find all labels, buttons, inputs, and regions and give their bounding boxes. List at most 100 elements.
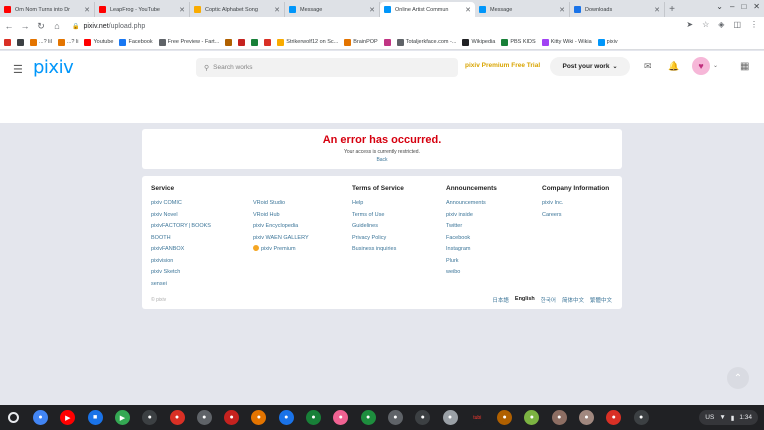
footer-link[interactable]: VRoid Hub	[253, 210, 309, 222]
footer-link[interactable]: Careers	[542, 210, 612, 222]
footer-link[interactable]: Plurk	[446, 256, 497, 268]
app-19-app-icon[interactable]: ●	[524, 410, 540, 425]
message-icon[interactable]: ✉	[644, 61, 652, 72]
bookmark-item[interactable]	[264, 38, 272, 46]
footer-link[interactable]: Privacy Policy	[352, 233, 404, 245]
footer-link[interactable]: pixiv Inc.	[542, 198, 612, 210]
browser-tab[interactable]: Message ✕	[285, 2, 380, 17]
avatar[interactable]: ♥	[692, 57, 710, 75]
bookmark-item[interactable]: Free Preview - Fart...	[158, 38, 219, 46]
footer-link[interactable]: sensei	[151, 279, 211, 291]
chevron-down-icon[interactable]: ⌄	[713, 62, 718, 69]
bookmark-item[interactable]: ...? li	[57, 38, 78, 46]
footer-link[interactable]: Twitter	[446, 221, 497, 233]
language-option[interactable]: English	[515, 296, 535, 304]
browser-tab[interactable]: Downloads ✕	[570, 2, 665, 17]
footer-link[interactable]: Help	[352, 198, 404, 210]
footer-link[interactable]: pixivFACTORY | BOOKS	[151, 221, 211, 233]
bookmark-item[interactable]: Kitty Wiki - Wikia	[541, 38, 592, 46]
bookmark-item[interactable]	[251, 38, 259, 46]
tab-close-icon[interactable]: ✕	[179, 6, 185, 14]
footer-link[interactable]: pixiv WAEN GALLERY	[253, 233, 309, 245]
share-icon[interactable]: ➤	[686, 20, 693, 29]
split-view-icon[interactable]: ◫	[733, 20, 741, 29]
bookmark-item[interactable]	[383, 38, 391, 46]
tab-close-icon[interactable]: ✕	[559, 6, 565, 14]
app-12-app-icon[interactable]: ●	[333, 410, 349, 425]
language-option[interactable]: 한국어	[541, 296, 556, 304]
browser-tab[interactable]: Message ✕	[475, 2, 570, 17]
chevron-down-icon[interactable]: ⌄	[716, 2, 723, 11]
footer-link[interactable]: pixiv COMIC	[151, 198, 211, 210]
bookmark-item[interactable]: Facebook	[119, 38, 153, 46]
tubi-app-icon[interactable]: tubi	[469, 410, 485, 425]
browser-tab[interactable]: Om Nom Turns into Dr ✕	[0, 2, 95, 17]
footer-link[interactable]: pixiv inside	[446, 210, 497, 222]
tab-close-icon[interactable]: ✕	[369, 6, 375, 14]
more-icon[interactable]: ⋮	[750, 20, 758, 29]
chrome-app-icon[interactable]: ●	[33, 410, 48, 425]
app-5-app-icon[interactable]: ●	[142, 410, 158, 425]
files-app-icon[interactable]: ■	[87, 410, 103, 425]
footer-link[interactable]: weibo	[446, 267, 497, 279]
language-option[interactable]: 日本語	[492, 296, 509, 304]
language-option[interactable]: 繁體中文	[590, 296, 612, 304]
launcher-icon[interactable]	[8, 412, 19, 423]
minimize-icon[interactable]: –	[730, 2, 734, 11]
app-13-app-icon[interactable]: ●	[360, 410, 376, 425]
footer-link[interactable]: pixivFANBOX	[151, 244, 211, 256]
extensions-icon[interactable]: ◈	[718, 20, 724, 29]
app-grid-icon[interactable]: ▦	[740, 61, 749, 72]
app-15-app-icon[interactable]: ●	[415, 410, 431, 425]
app-14-app-icon[interactable]: ●	[387, 410, 403, 425]
premium-trial-link[interactable]: pixiv Premium Free Trial	[465, 62, 540, 69]
footer-link[interactable]: BOOTH	[151, 233, 211, 245]
footer-link[interactable]: Guidelines	[352, 221, 404, 233]
language-option[interactable]: 简体中文	[562, 296, 584, 304]
browser-tab[interactable]: Online Artist Commun ✕	[380, 2, 475, 17]
tab-close-icon[interactable]: ✕	[274, 6, 280, 14]
back-link[interactable]: Back	[142, 157, 622, 163]
home-icon[interactable]: ⌂	[50, 21, 64, 31]
bookmark-item[interactable]: ...? lil	[30, 38, 52, 46]
youtube-app-icon[interactable]: ▶	[60, 410, 76, 425]
app-10-app-icon[interactable]: ●	[278, 410, 294, 425]
footer-link[interactable]: Business inquiries	[352, 244, 404, 256]
app-6-app-icon[interactable]: ●	[169, 410, 185, 425]
app-18-app-icon[interactable]: ●	[497, 410, 513, 425]
footer-link[interactable]: pixiv Encyclopedia	[253, 221, 309, 233]
browser-tab[interactable]: Coptic Alphabet Song ✕	[190, 2, 285, 17]
tab-close-icon[interactable]: ✕	[465, 6, 471, 14]
search-input[interactable]: ⚲ Search works	[196, 58, 458, 77]
bookmark-item[interactable]: Youtube	[84, 38, 113, 46]
app-23-app-icon[interactable]: ●	[633, 410, 649, 425]
status-area[interactable]: US ▼ ▮ 1:34	[699, 410, 758, 425]
forward-icon[interactable]: →	[18, 21, 32, 31]
bookmark-item[interactable]: Strikerwolf12 on Sc...	[277, 38, 338, 46]
footer-link[interactable]: pixiv Novel	[151, 210, 211, 222]
app-22-app-icon[interactable]: ●	[606, 410, 622, 425]
back-icon[interactable]: ←	[2, 21, 16, 31]
post-work-button[interactable]: Post your work ⌄	[550, 57, 630, 76]
footer-link[interactable]: pixivision	[151, 256, 211, 268]
tab-close-icon[interactable]: ✕	[84, 6, 90, 14]
bookmark-item[interactable]: Wikipedia	[462, 38, 495, 46]
app-7-app-icon[interactable]: ●	[196, 410, 212, 425]
app-11-app-icon[interactable]: ●	[306, 410, 321, 425]
bookmark-item[interactable]	[238, 38, 246, 46]
footer-link[interactable]: Terms of Use	[352, 210, 404, 222]
address-bar[interactable]: 🔒 pixiv.net/upload.php	[72, 20, 692, 33]
bookmark-item[interactable]	[17, 38, 24, 46]
bookmark-item[interactable]: Totaljerkface.com -...	[396, 38, 456, 46]
app-16-app-icon[interactable]: ●	[442, 410, 458, 425]
footer-link[interactable]: pixiv Premium	[253, 244, 309, 256]
bookmark-item[interactable]: PBS KIDS	[501, 38, 536, 46]
footer-link[interactable]: VRoid Studio	[253, 198, 309, 210]
footer-link[interactable]: Announcements	[446, 198, 497, 210]
bookmark-item[interactable]	[225, 38, 233, 46]
app-21-app-icon[interactable]: ●	[579, 410, 594, 425]
notification-bell-icon[interactable]: 🔔	[668, 61, 679, 72]
menu-icon[interactable]: ☰	[13, 63, 23, 76]
maximize-icon[interactable]: □	[741, 2, 746, 11]
new-tab-button[interactable]: +	[665, 2, 679, 17]
